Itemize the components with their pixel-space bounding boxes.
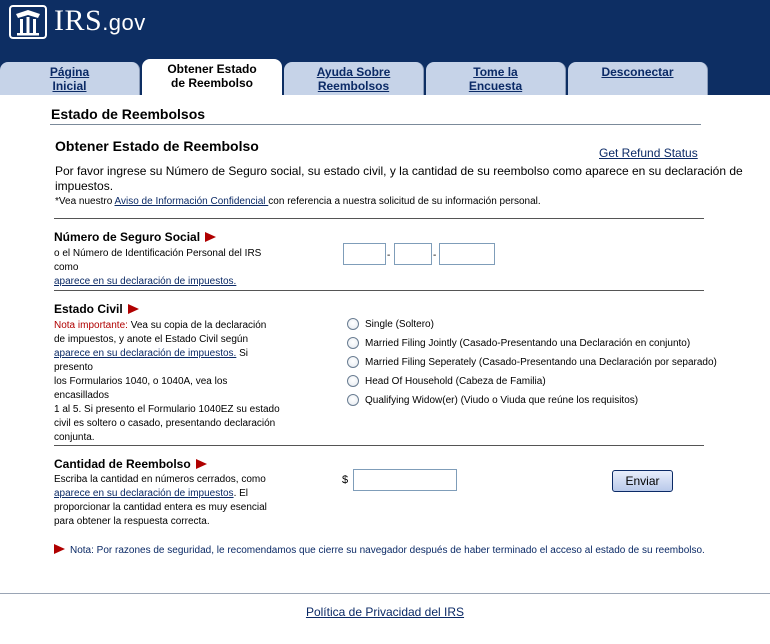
radio-head-of-household[interactable]: Head Of Household (Cabeza de Familia) bbox=[347, 375, 546, 387]
page-heading: Estado de Reembolsos bbox=[51, 106, 206, 122]
divider bbox=[54, 445, 704, 446]
arrow-icon bbox=[127, 304, 139, 314]
intro-text: Por favor ingrese su Número de Seguro so… bbox=[55, 164, 743, 193]
currency-symbol: $ bbox=[342, 474, 349, 486]
refund-amount-input[interactable] bbox=[353, 469, 457, 491]
tab-desconectar[interactable]: Desconectar bbox=[568, 62, 708, 95]
radio-button[interactable] bbox=[347, 337, 359, 349]
ssn-part1-input[interactable] bbox=[343, 243, 386, 265]
irs-eagle-logo-icon bbox=[9, 5, 47, 39]
divider bbox=[54, 218, 704, 219]
irs-logo[interactable]: IRS.gov bbox=[8, 4, 146, 40]
radio-button[interactable] bbox=[347, 394, 359, 406]
ssn-part3-input[interactable] bbox=[439, 243, 495, 265]
amount-title: Cantidad de Reembolso bbox=[54, 457, 207, 471]
ssn-separator: - bbox=[433, 250, 437, 261]
filing-status-declaration-link[interactable]: aparece en su declaración de impuestos. bbox=[54, 348, 236, 359]
privacy-notice-link[interactable]: Aviso de Información Confidencial bbox=[115, 196, 269, 207]
divider bbox=[54, 290, 704, 291]
filing-status-description: Nota importante: Vea su copia de la decl… bbox=[54, 320, 280, 443]
tab-tome-la-encuesta[interactable]: Tome la Encuesta bbox=[426, 62, 566, 95]
amount-declaration-link[interactable]: aparece en su declaración de impuestos bbox=[54, 488, 234, 499]
tab-obtener-estado[interactable]: Obtener Estado de Reembolso bbox=[142, 59, 282, 95]
tab-pagina-inicial[interactable]: Página Inicial bbox=[0, 62, 140, 95]
ssn-declaration-link[interactable]: aparece en su declaración de impuestos. bbox=[54, 275, 261, 289]
arrow-icon bbox=[195, 459, 207, 469]
main-tabs: Página Inicial Obtener Estado de Reembolso… bbox=[0, 59, 770, 95]
heading-divider bbox=[50, 124, 701, 125]
radio-single[interactable]: Single (Soltero) bbox=[347, 318, 434, 330]
ssn-title: Número de Seguro Social bbox=[54, 230, 217, 244]
amount-description: Escriba la cantidad en números cerrados,… bbox=[54, 474, 267, 527]
irs-logo-text: IRS.gov bbox=[54, 4, 146, 37]
ssn-description: o el Número de Identificación Personal d… bbox=[54, 248, 262, 289]
arrow-icon bbox=[54, 544, 65, 554]
ssn-part2-input[interactable] bbox=[394, 243, 432, 265]
radio-married-separately[interactable]: Married Filing Seperately (Casado-Presen… bbox=[347, 356, 717, 368]
radio-qualifying-widow[interactable]: Qualifying Widow(er) (Viudo o Viuda que … bbox=[347, 394, 638, 406]
security-note: Nota: Por razones de seguridad, le recom… bbox=[54, 544, 744, 558]
tab-ayuda-sobre-reembolsos[interactable]: Ayuda Sobre Reembolsos bbox=[284, 62, 424, 95]
radio-married-jointly[interactable]: Married Filing Jointly (Casado-Presentan… bbox=[347, 337, 690, 349]
site-header: IRS.gov Página Inicial Obtener Estado de R… bbox=[0, 0, 770, 95]
get-refund-status-link[interactable]: Get Refund Status bbox=[599, 146, 698, 160]
privacy-note: *Vea nuestro Aviso de Información Confid… bbox=[55, 196, 541, 207]
section-title: Obtener Estado de Reembolso bbox=[55, 138, 259, 154]
submit-button[interactable]: Enviar bbox=[612, 470, 673, 492]
filing-status-title: Estado Civil bbox=[54, 302, 139, 316]
ssn-separator: - bbox=[387, 250, 391, 261]
footer-divider bbox=[0, 593, 770, 594]
privacy-policy-link[interactable]: Política de Privacidad del IRS bbox=[306, 605, 464, 619]
radio-button[interactable] bbox=[347, 318, 359, 330]
radio-button[interactable] bbox=[347, 356, 359, 368]
radio-button[interactable] bbox=[347, 375, 359, 387]
logo-suffix: .gov bbox=[102, 10, 146, 35]
footer: Política de Privacidad del IRS bbox=[0, 605, 770, 619]
arrow-icon bbox=[205, 232, 217, 242]
